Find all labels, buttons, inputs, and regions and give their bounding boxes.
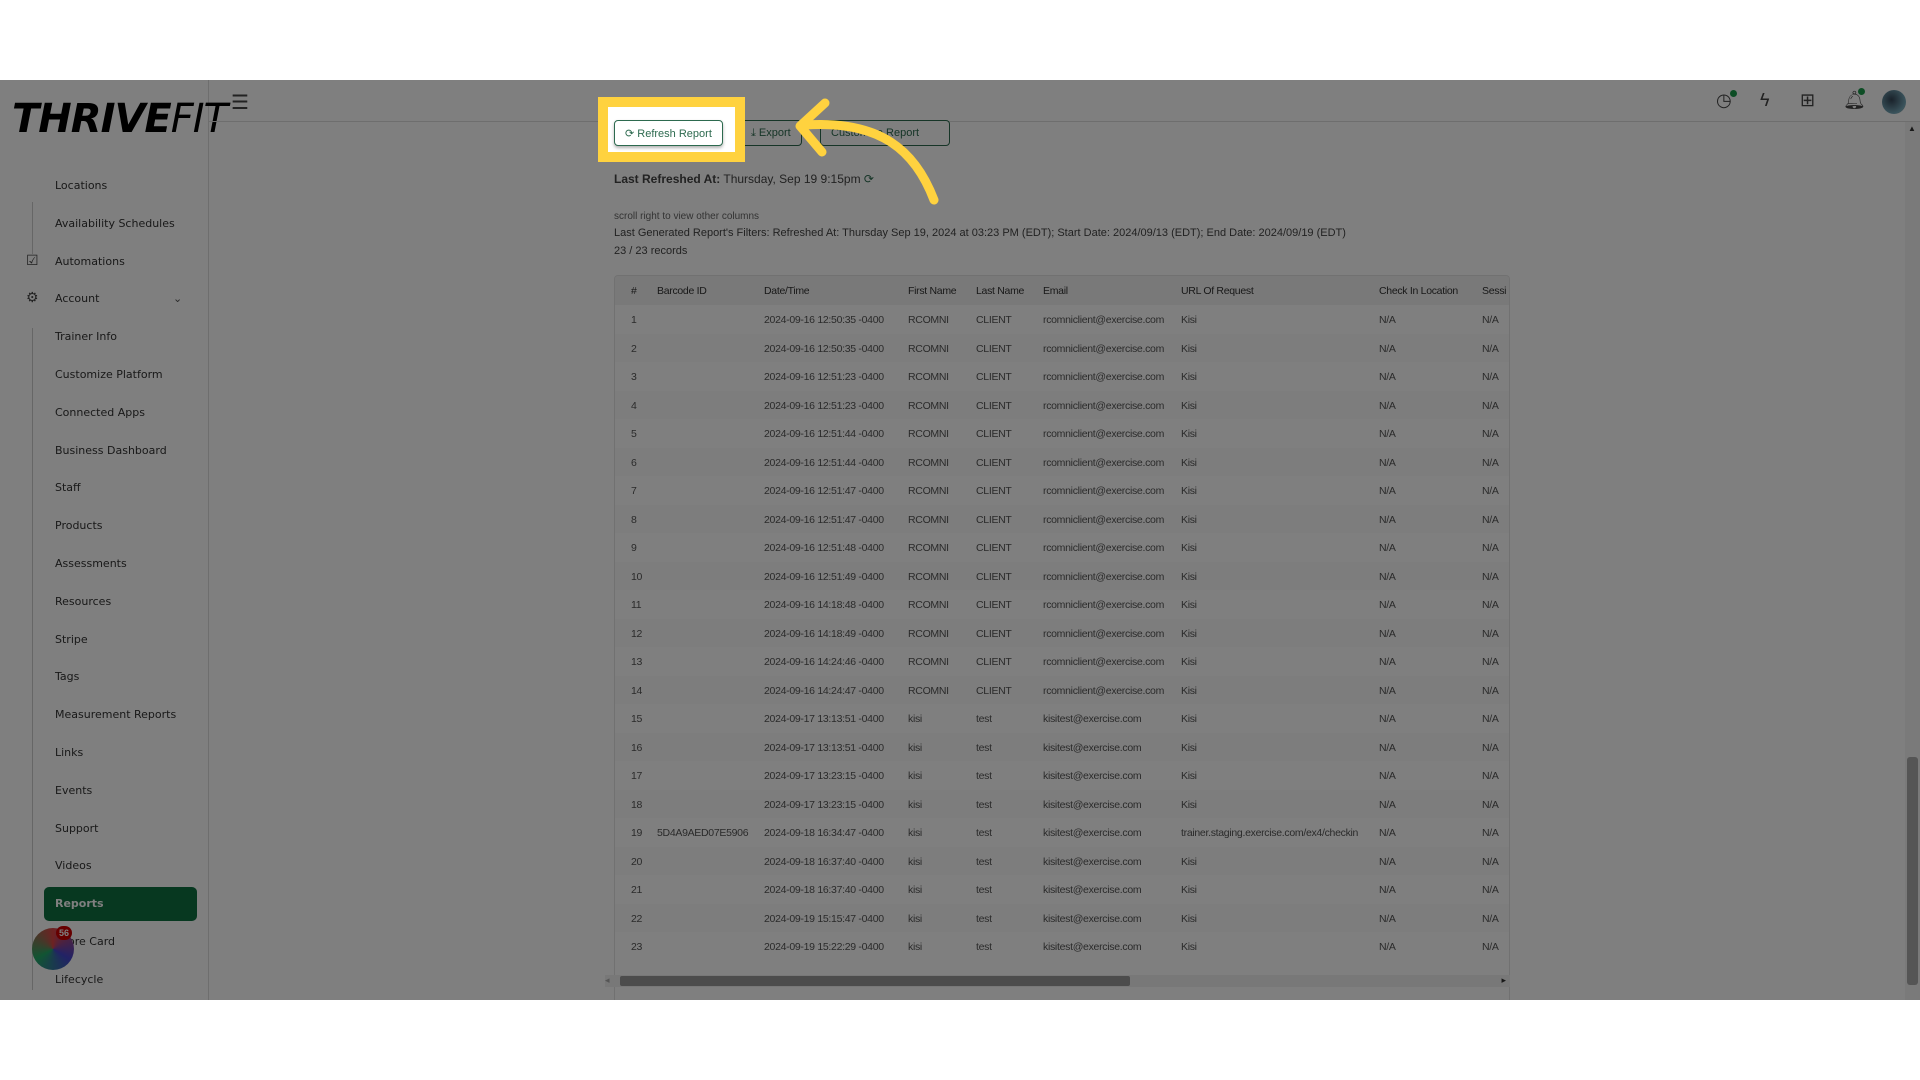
- annotation-arrow: [795, 98, 939, 205]
